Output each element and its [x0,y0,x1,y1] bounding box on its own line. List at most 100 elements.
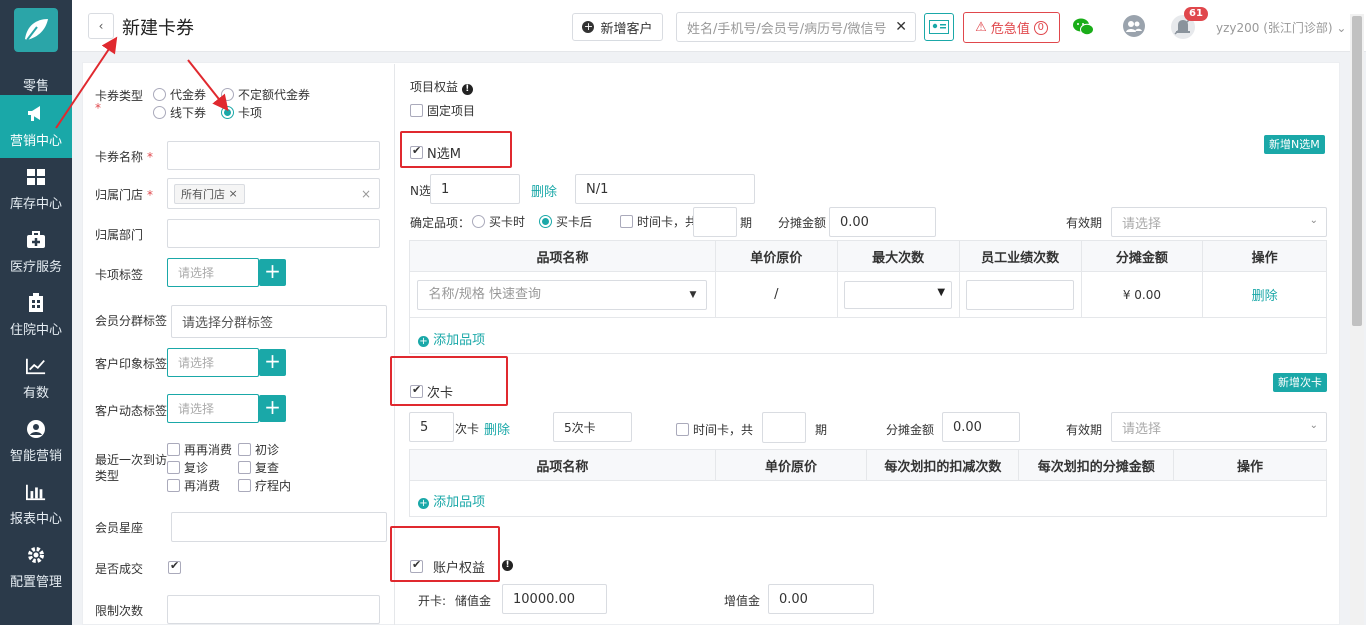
clear-icon[interactable]: × [361,187,371,201]
checkbox-visit-type[interactable]: 复查 [238,459,279,476]
department-label: 归属部门 [95,228,144,242]
id-card-button[interactable] [924,13,954,41]
radio-card-item[interactable]: 卡项 [221,104,262,121]
id-card-icon [929,20,949,34]
checkbox-visit-type[interactable]: 初诊 [238,441,279,458]
store-select[interactable]: 所有门店 × × [167,178,380,209]
dynamic-tag-select[interactable]: 请选择 [167,394,259,423]
sidebar-item-label: 库存中心 [9,197,62,212]
period-input[interactable] [693,207,737,237]
add-item-button-2[interactable]: + 添加品项 [418,491,485,510]
add-dynamic-tag-button[interactable]: + [259,395,286,422]
close-icon[interactable]: ✕ [895,19,907,35]
add-card-tag-button[interactable]: + [259,259,286,286]
add-item-button[interactable]: + 添加品项 [418,329,485,348]
member-group-select[interactable]: 请选择分群标签 [171,305,387,338]
split-amount-input-2[interactable]: 0.00 [942,412,1020,442]
sidebar-item-inpatient[interactable]: 住院中心 [0,284,72,347]
add-count-card-button[interactable]: 新增次卡 [1273,373,1327,392]
count-input[interactable]: 5 [409,412,454,442]
card-tag-select[interactable]: 请选择 [167,258,259,287]
staff-count-input[interactable] [966,279,1075,310]
radio-variable-voucher[interactable]: 不定额代金券 [221,86,310,103]
users-icon[interactable] [1122,14,1146,38]
checkbox-visit-type[interactable]: 复诊 [167,459,208,476]
radio-buy-after[interactable]: 买卡后 [539,213,592,230]
chevron-down-icon: ⌄ [1336,21,1347,35]
n-over-m-input[interactable]: N/1 [575,174,755,204]
sidebar-item-marketing[interactable]: 营销中心 [0,95,72,158]
bonus-value-input[interactable]: 0.00 [768,584,874,614]
delete-row-link[interactable]: 删除 [1252,289,1278,304]
period-label: 期 [740,216,753,230]
limit-count-input[interactable] [167,595,380,624]
critical-count-badge: 0 [1033,20,1048,35]
checkbox-visit-type[interactable]: 再消费 [167,477,220,494]
checkbox-visit-type[interactable]: 疗程内 [238,477,291,494]
time-card-checkbox[interactable]: 时间卡，共 [620,213,697,230]
user-menu[interactable]: yzy200 (张江门诊部) ⌄ [1216,19,1346,36]
sidebar-item-smart-marketing[interactable]: 智能营销 [0,410,72,473]
delete-link[interactable]: 删除 [531,181,557,200]
radio-offline-coupon[interactable]: 线下券 [153,104,206,121]
valid-period-select-2[interactable]: 请选择 ⌄ [1111,412,1327,442]
sidebar-item-reports[interactable]: 报表中心 [0,473,72,536]
add-customer-button[interactable]: + 新增客户 [572,13,663,41]
scrollbar-thumb[interactable] [1352,16,1362,326]
table-row: 名称/规格 快速查询 ▼ / ▼ ¥ 0.00 删除 [409,271,1327,318]
department-input[interactable] [167,219,380,248]
warning-icon: ⚠ [975,20,987,35]
sidebar-item-settings[interactable]: 配置管理 [0,536,72,599]
radio-voucher[interactable]: 代金券 [153,86,206,103]
item-table: 品项名称 单价原价 最大次数 员工业绩次数 分摊金额 操作 名称/规格 快速查询… [409,240,1327,318]
add-n-choose-m-button[interactable]: 新增N选M [1264,135,1325,154]
delete-count-card-link[interactable]: 删除 [484,419,510,438]
scrollbar[interactable] [1350,14,1364,625]
store-chip[interactable]: 所有门店 × [174,183,245,204]
sidebar-item-medical[interactable]: 医疗服务 [0,221,72,284]
card-name-input[interactable] [167,141,380,170]
search-input[interactable]: 姓名/手机号/会员号/病历号/微信号 ✕ [676,12,916,42]
sidebar: 零售 营销中心 库存中心 医疗服务 住院中心 有数 智能营销 报表中心 配置管理 [0,0,72,625]
critical-value-button[interactable]: ⚠ 危急值 0 [963,12,1060,43]
required-mark: * [95,101,101,115]
fixed-project-checkbox[interactable]: 固定项目 [410,102,475,119]
count-card-name-input[interactable]: 5次卡 [553,412,632,442]
project-rights-title: 项目权益 ! [410,78,473,95]
sidebar-item-inventory[interactable]: 库存中心 [0,158,72,221]
radio-buy-when[interactable]: 买卡时 [472,213,525,230]
impression-tag-select[interactable]: 请选择 [167,348,259,377]
stored-value-input[interactable]: 10000.00 [502,584,607,614]
sidebar-item-analytics[interactable]: 有数 [0,347,72,410]
checkbox-visit-type[interactable]: 再再消费 [167,441,232,458]
info-icon: ! [502,556,513,571]
time-card-checkbox-2[interactable]: 时间卡，共 [676,421,753,438]
max-count-select[interactable]: ▼ [844,280,953,309]
radio-icon [153,106,166,119]
member-group-label: 会员分群标签 [95,314,168,328]
split-amount-label: 分摊金额 [778,216,827,230]
caret-down-icon: ▼ [689,289,697,300]
info-icon: ! [461,84,473,95]
back-button[interactable]: ‹ [88,13,114,39]
table-header: 单价原价 [714,240,838,272]
count-unit-label: 次卡 [455,422,480,436]
wechat-icon[interactable] [1072,16,1094,38]
deal-checkbox[interactable] [168,559,181,574]
sidebar-item-retail[interactable]: 零售 [0,58,72,98]
n-value-input[interactable]: 1 [430,174,520,204]
sidebar-item-label: 有数 [22,386,49,401]
split-amount-input[interactable]: 0.00 [829,207,936,237]
split-amount-label-2: 分摊金额 [886,423,935,437]
period-input-2[interactable] [762,412,806,443]
app-logo[interactable] [14,8,58,52]
line-chart-icon [26,356,46,376]
add-impression-tag-button[interactable]: + [259,349,286,376]
constellation-select[interactable] [171,512,387,542]
highlight-box [390,526,500,582]
plus-circle-icon: + [418,336,429,347]
deal-label: 是否成交 [95,562,144,576]
valid-period-select[interactable]: 请选择 ⌄ [1111,207,1327,237]
table-header: 操作 [1202,240,1327,272]
item-search-select[interactable]: 名称/规格 快速查询 ▼ [417,279,708,310]
